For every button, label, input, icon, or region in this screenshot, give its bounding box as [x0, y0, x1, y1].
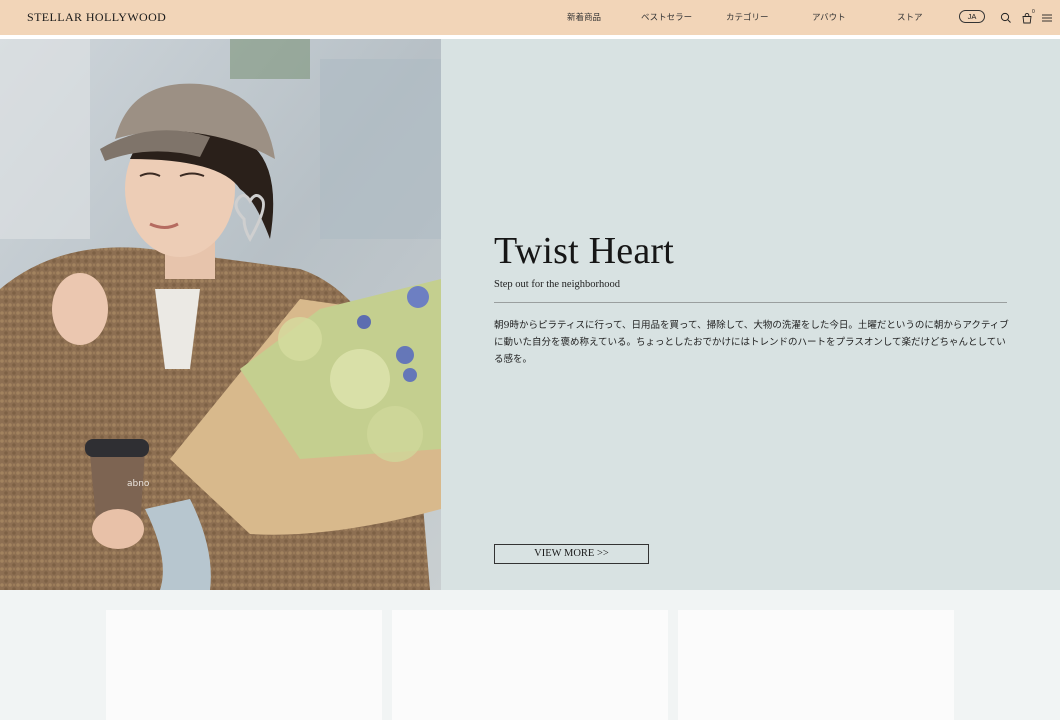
view-more-button[interactable]: VIEW MORE >>: [494, 544, 649, 564]
hero-divider: [494, 302, 1007, 303]
hero-text-panel: Twist Heart Step out for the neighborhoo…: [441, 39, 1060, 590]
cart-count-badge: 0: [1032, 9, 1035, 15]
product-card[interactable]: [392, 610, 668, 720]
language-selector[interactable]: JA: [959, 10, 985, 23]
hero-subtitle: Step out for the neighborhood: [494, 279, 620, 290]
nav-bestsellers[interactable]: ベストセラー: [641, 11, 692, 23]
site-header: STELLAR HOLLYWOOD 新着商品 ベストセラー カテゴリー アバウト…: [0, 0, 1060, 35]
search-icon[interactable]: [999, 10, 1013, 24]
product-card[interactable]: [678, 610, 954, 720]
nav-about[interactable]: アバウト: [812, 11, 846, 23]
product-card[interactable]: [106, 610, 382, 720]
nav-store[interactable]: ストア: [897, 11, 923, 23]
hero-title: Twist Heart: [494, 230, 674, 272]
hero-photo: abno: [0, 39, 441, 590]
nav-categories[interactable]: カテゴリー: [726, 11, 769, 23]
main-nav: 新着商品 ベストセラー カテゴリー アバウト ストア: [0, 11, 1060, 25]
nav-new-arrivals[interactable]: 新着商品: [567, 11, 601, 23]
menu-icon[interactable]: [1040, 10, 1054, 24]
hero-description: 朝9時からピラティスに行って、日用品を買って、掃除して、大物の洗濯をした今日。土…: [494, 320, 1009, 365]
cup-label: abno: [127, 479, 150, 489]
